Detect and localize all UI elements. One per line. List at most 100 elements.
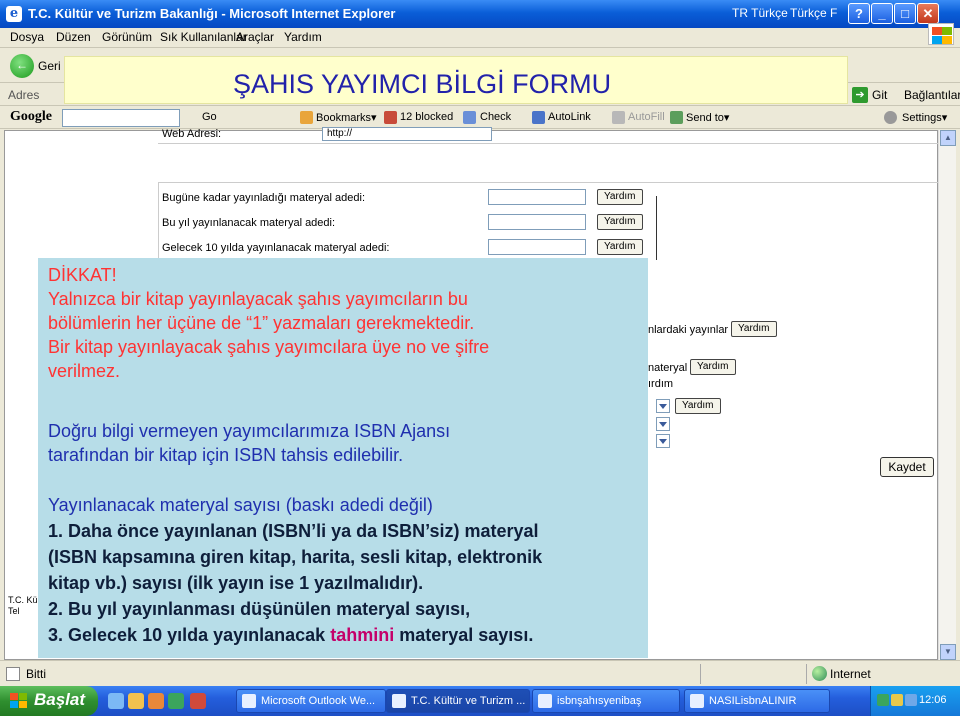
popup-blocked-counter[interactable]: 12 blocked: [400, 111, 453, 123]
menu-tools[interactable]: Araçlar: [236, 30, 274, 44]
send-to-button[interactable]: Send to▾: [686, 111, 729, 124]
close-button[interactable]: ✕: [917, 3, 939, 24]
form-title-banner: ŞAHIS YAYIMCI BİLGİ FORMU: [64, 56, 848, 104]
web-address-input[interactable]: http://: [322, 127, 492, 141]
scroll-up-icon[interactable]: ▲: [940, 130, 956, 146]
section-divider: [656, 196, 657, 260]
count-item-3-end: materyal sayısı.: [394, 625, 534, 645]
page-done-icon: [6, 667, 20, 681]
tray-network-icon[interactable]: [877, 694, 889, 706]
taskbar-item-label: Microsoft Outlook We...: [261, 695, 376, 707]
menu-help[interactable]: Yardım: [284, 30, 322, 44]
type-select-1[interactable]: [656, 399, 670, 413]
type-select-2[interactable]: [656, 417, 670, 431]
tray-warning-icon[interactable]: [891, 694, 903, 706]
published-count-help-button[interactable]: Yardım: [597, 189, 643, 205]
start-button[interactable]: Başlat: [0, 686, 98, 716]
security-zone-label: Internet: [830, 667, 871, 681]
windows-flag-icon: [10, 693, 28, 709]
menu-edit[interactable]: Düzen: [56, 30, 91, 44]
count-item-3-start: 3. Gelecek 10 yılda yayınlanacak: [48, 625, 331, 645]
spellcheck-icon: [463, 111, 476, 124]
outlook-icon: [242, 694, 256, 708]
save-button[interactable]: Kaydet: [880, 457, 934, 477]
back-button-label[interactable]: Geri: [38, 59, 61, 73]
google-go-button[interactable]: Go: [202, 111, 217, 123]
web-address-label: Web Adresi:: [162, 128, 222, 140]
window-title: T.C. Kültür ve Turizm Bakanlığı - Micros…: [28, 6, 396, 21]
start-label: Başlat: [34, 690, 86, 709]
type-select-3[interactable]: [656, 434, 670, 448]
warning-line: Bir kitap yayınlayacak şahıs yayımcılara…: [48, 337, 490, 357]
publications-help-button[interactable]: Yardım: [731, 321, 777, 337]
go-arrow-icon[interactable]: ➔: [852, 87, 868, 103]
count-heading: Yayınlanacak materyal sayısı (baskı aded…: [48, 495, 433, 515]
google-logo[interactable]: Google: [10, 109, 52, 125]
menu-favorites[interactable]: Sık Kullanılanlar: [160, 30, 247, 44]
taskbar-item-ie[interactable]: T.C. Kültür ve Turizm ...: [386, 689, 530, 713]
go-button[interactable]: Git: [872, 88, 887, 102]
chevron-down-icon: [659, 439, 667, 444]
tray-app-icon[interactable]: [905, 694, 917, 706]
material-help-button[interactable]: Yardım: [690, 359, 736, 375]
menu-file[interactable]: Dosya: [10, 30, 44, 44]
quicklaunch-messenger-icon[interactable]: [168, 693, 184, 709]
type-help-button[interactable]: Yardım: [675, 398, 721, 414]
settings-button[interactable]: Settings▾: [902, 111, 947, 124]
next-ten-years-count-input[interactable]: [488, 239, 586, 255]
quicklaunch-ie-icon[interactable]: [108, 693, 124, 709]
next-ten-years-count-help-button[interactable]: Yardım: [597, 239, 643, 255]
menu-view[interactable]: Görünüm: [102, 30, 152, 44]
this-year-count-input[interactable]: [488, 214, 586, 230]
autolink-icon: [532, 111, 545, 124]
count-item: 2. Bu yıl yayınlanması düşünülen materya…: [48, 599, 471, 619]
taskbar-item-label: isbnşahısyenibaş: [557, 695, 642, 707]
status-text: Bitti: [26, 667, 47, 681]
taskbar-item-label: T.C. Kültür ve Turizm ...: [411, 695, 526, 707]
count-item: 1. Daha önce yayınlanan (ISBN’li ya da I…: [48, 521, 539, 541]
address-label: Adres: [8, 88, 40, 102]
google-toolbar: Google Go Bookmarks▾ 12 blocked Check Au…: [0, 107, 960, 129]
vertical-scrollbar[interactable]: ▲ ▼: [938, 130, 956, 660]
tray-clock[interactable]: 12:06: [919, 694, 947, 706]
estimated-word: tahmini: [330, 625, 395, 645]
check-button[interactable]: Check: [480, 111, 511, 123]
taskbar-item-outlook[interactable]: Microsoft Outlook We...: [236, 689, 386, 713]
back-arrow-icon[interactable]: ←: [10, 54, 34, 78]
settings-icon: [884, 111, 897, 124]
divider: [158, 143, 938, 144]
published-count-input[interactable]: [488, 189, 586, 205]
taskbar-item-powerpoint-1[interactable]: isbnşahısyenibaş: [532, 689, 680, 713]
powerpoint-icon: [538, 694, 552, 708]
count-item: kitap vb.) sayısı (ilk yayın ise 1 yazıl…: [48, 573, 424, 593]
maximize-button[interactable]: □: [894, 3, 916, 24]
autofill-icon: [612, 111, 625, 124]
taskbar: Başlat Microsoft Outlook We... T.C. Kült…: [0, 686, 960, 716]
quicklaunch-player-icon[interactable]: [190, 693, 206, 709]
bookmarks-button[interactable]: Bookmarks▾: [316, 111, 377, 124]
autolink-button[interactable]: AutoLink: [548, 111, 591, 123]
help-label-fragment[interactable]: ırdım: [648, 378, 673, 390]
page-title: ŞAHIS YAYIMCI BİLGİ FORMU: [233, 69, 612, 99]
quicklaunch-media-icon[interactable]: [148, 693, 164, 709]
google-search-input[interactable]: [62, 109, 180, 127]
links-button[interactable]: Bağlantılar: [904, 88, 960, 102]
minimize-button[interactable]: _: [871, 3, 893, 24]
popup-blocker-icon: [384, 111, 397, 124]
system-tray: 12:06: [870, 686, 960, 716]
autofill-button[interactable]: AutoFill: [628, 111, 665, 123]
status-bar: Bitti Internet: [0, 660, 960, 686]
window-titlebar: e T.C. Kültür ve Turizm Bakanlığı - Micr…: [0, 0, 960, 28]
quicklaunch-desktop-icon[interactable]: [128, 693, 144, 709]
chevron-down-icon: [659, 422, 667, 427]
chevron-down-icon: [659, 404, 667, 409]
menu-bar: Dosya Düzen Görünüm Sık Kullanılanlar Ar…: [0, 28, 960, 48]
published-count-label: Bugüne kadar yayınladığı materyal adedi:: [162, 192, 366, 204]
keyboard-layout-indicator[interactable]: Türkçe F: [790, 6, 837, 20]
language-indicator[interactable]: TR Türkçe: [732, 6, 788, 20]
help-button[interactable]: ?: [848, 3, 870, 24]
taskbar-item-powerpoint-2[interactable]: NASILisbnALINIR: [684, 689, 830, 713]
scroll-down-icon[interactable]: ▼: [940, 644, 956, 660]
this-year-count-help-button[interactable]: Yardım: [597, 214, 643, 230]
status-divider: [700, 664, 701, 684]
